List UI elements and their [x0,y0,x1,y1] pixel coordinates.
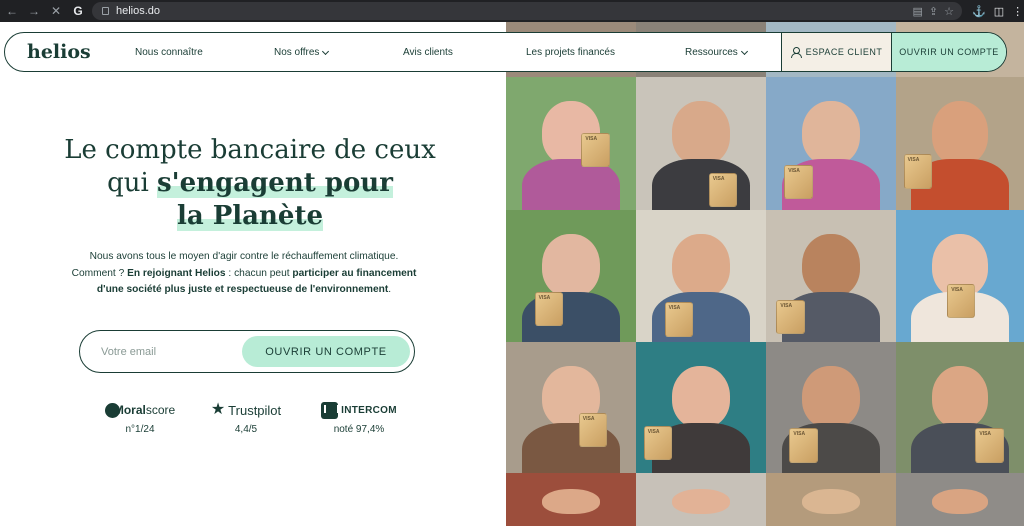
hero-title: Le compte bancaire de ceux qui s'engagen… [40,134,460,233]
intercom-icon [321,401,340,419]
moralscore-score: n°1/24 [125,424,155,435]
customer-photo [766,210,896,342]
trustpilot-logo: ★ Trustpilot [196,400,296,420]
lock-icon [102,7,109,15]
nav-ressources[interactable]: Ressources [685,47,748,58]
customer-photo [636,342,766,473]
stop-loading-icon[interactable]: ✕ [46,1,66,21]
trustpilot-score: 4,4/5 [234,424,258,435]
extensions-icon[interactable]: ⚓ [972,5,986,18]
customer-photo [506,342,636,473]
customer-photo [636,77,766,210]
nav-label: Avis clients [403,47,453,58]
sidebar-icon[interactable]: ◫ [994,5,1004,18]
intercom-score: noté 97,4% [333,424,385,435]
customer-photo [636,210,766,342]
bookmark-star-icon[interactable]: ☆ [944,5,954,18]
customer-photo [896,473,1024,526]
nav-label: Nos offres [274,47,320,58]
trustpilot-brand: Trustpilot [228,402,282,418]
hero-text: : chacun peut [225,267,293,279]
address-bar[interactable]: helios.do ▤ ⇪ ☆ [92,2,962,20]
open-account-label: OUVRIR UN COMPTE [899,47,999,57]
translate-icon[interactable]: ▤ [913,5,923,18]
nav-nos-offres[interactable]: Nos offres [274,47,330,58]
moralscore-logo: Moral score [90,400,190,420]
customer-photo [636,473,766,526]
customer-photo-grid [506,22,1024,526]
customer-photo [896,77,1024,210]
nav-avis-clients[interactable]: Avis clients [403,47,453,58]
customer-photo [506,473,636,526]
nav-label: Ressources [685,47,738,58]
hero-text-bold: En rejoignant Helios [127,267,226,279]
customer-photo [896,342,1024,473]
intercom-brand: INTERCOM [341,404,397,416]
google-icon[interactable]: G [68,1,88,21]
moralscore-brand-rest: score [145,403,176,417]
customer-photo [506,210,636,342]
browser-toolbar: ← → ✕ G helios.do ▤ ⇪ ☆ ⚓ ◫ ⋮ [0,0,1024,22]
customer-photo [766,77,896,210]
star-icon: ★ [210,401,226,418]
rating-moralscore: Moral score n°1/24 [90,400,190,435]
hero-text: . [388,284,392,295]
espace-client-label: ESPACE CLIENT [805,47,883,57]
open-account-button[interactable]: OUVRIR UN COMPTE [242,336,410,367]
rating-trustpilot: ★ Trustpilot 4,4/5 [196,400,296,436]
hero-description: Nous avons tous le moyen d'agir contre l… [70,249,418,299]
signup-form: Votre email OUVRIR UN COMPTE [79,330,415,373]
nav-label: Les projets financés [526,47,615,58]
customer-photo [896,210,1024,342]
nav-nous-connaitre[interactable]: Nous connaître [135,47,203,58]
chevron-down-icon [322,47,330,55]
email-input[interactable]: Votre email [101,346,241,358]
chevron-down-icon [740,47,748,55]
site-header: helios Nous connaître Nos offres Avis cl… [4,32,1007,72]
back-icon[interactable]: ← [2,1,22,21]
espace-client-button[interactable]: ESPACE CLIENT [781,33,891,71]
url-text: helios.do [116,5,161,17]
share-icon[interactable]: ⇪ [929,5,938,18]
intercom-logo: INTERCOM [309,400,409,420]
customer-photo [506,77,636,210]
helios-logo[interactable]: helios [27,41,117,63]
user-icon [791,47,803,58]
moralscore-brand-m: M [113,403,124,417]
nav-projets-finances[interactable]: Les projets financés [526,47,615,58]
header-open-account-button[interactable]: OUVRIR UN COMPTE [891,33,1006,71]
customer-photo [766,342,896,473]
moralscore-brand-bold: oral [123,403,146,417]
rating-intercom: INTERCOM noté 97,4% [309,400,409,435]
nav-label: Nous connaître [135,47,203,58]
customer-photo [766,473,896,526]
forward-icon[interactable]: → [24,1,44,21]
menu-icon[interactable]: ⋮ [1012,5,1023,18]
hero-title-highlight: la Planète [176,201,324,231]
hero-title-highlight: s'engagent pour [157,168,393,198]
